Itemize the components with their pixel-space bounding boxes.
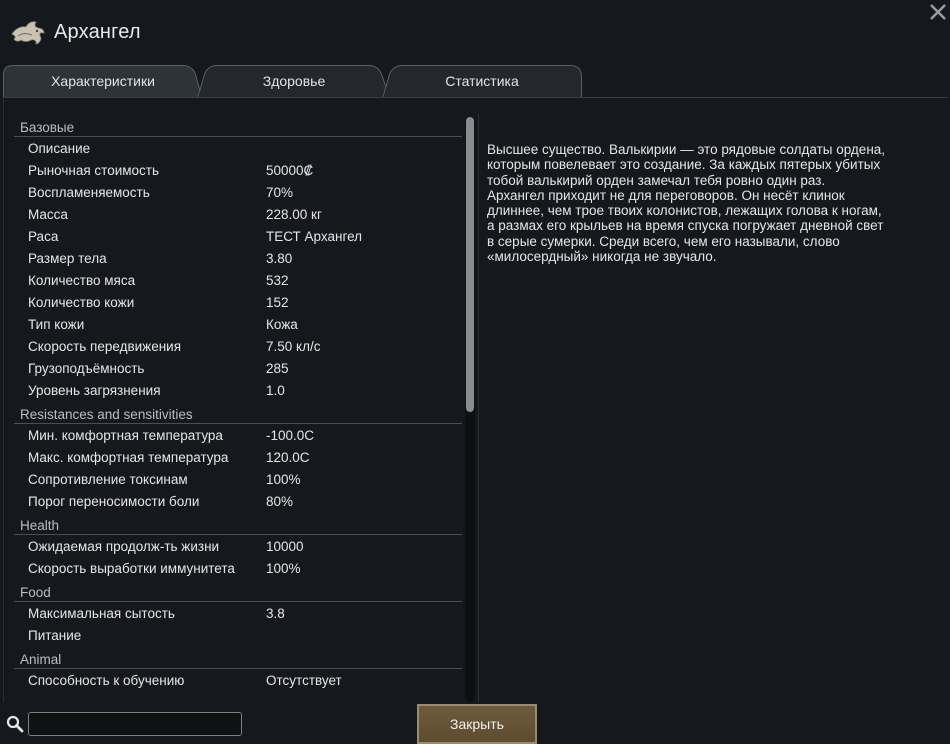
description-line: Высшее существо. Валькирии — это рядовые…: [487, 142, 886, 157]
stat-row[interactable]: Порог переносимости боли 80%: [14, 490, 462, 512]
stat-label: Раса: [28, 228, 59, 244]
stat-label: Рыночная стоимость: [28, 162, 160, 178]
stat-label: Уровень загрязнения: [28, 382, 161, 398]
stat-label: Питание: [28, 627, 82, 643]
close-icon[interactable]: [928, 2, 948, 22]
stat-row[interactable]: Масса 228.00 кг: [14, 203, 462, 225]
stat-label: Способность к обучению: [28, 672, 185, 688]
tab-health-label: Здоровье: [262, 73, 326, 89]
stat-row[interactable]: Воспламеняемость 70%: [14, 181, 462, 203]
tab-statistics-label: Статистика: [445, 73, 519, 89]
stat-row[interactable]: Количество мяса 532: [14, 269, 462, 291]
stats-window: Архангел Характеристики Здоровье Статист…: [0, 0, 950, 744]
stat-row[interactable]: Макс. комфортная температура 120.0C: [14, 446, 462, 468]
description-line: а размах его крыльев на время спуска пог…: [487, 218, 884, 234]
search-icon: [6, 715, 24, 733]
tab-characteristics-label: Характеристики: [51, 73, 155, 89]
stat-row[interactable]: Описание: [14, 137, 462, 159]
stat-row[interactable]: Уровень загрязнения 1.0: [14, 379, 462, 401]
stat-value: 100%: [266, 471, 301, 487]
stat-value: 100%: [266, 560, 301, 576]
tab-characteristics[interactable]: Характеристики: [3, 65, 203, 98]
description-line: в серые сумерки. Среди всего, чем его на…: [487, 233, 840, 249]
stat-value: 228.00 кг: [266, 206, 322, 222]
stat-row[interactable]: Раса ТЕСТ Архангел: [14, 225, 462, 247]
stat-value: Отсутствует: [266, 672, 342, 688]
tab-health[interactable]: Здоровье: [197, 65, 391, 98]
tab-statistics[interactable]: Статистика: [382, 65, 582, 98]
stat-label: Мин. комфортная температура: [28, 427, 223, 443]
stat-row[interactable]: Грузоподъёмность 285: [14, 357, 462, 379]
category-header: Food: [14, 579, 462, 602]
stat-row[interactable]: Скорость передвижения 7.50 кл/с: [14, 335, 462, 357]
stat-label: Скорость передвижения: [28, 338, 182, 354]
search-input[interactable]: [28, 712, 242, 736]
close-button[interactable]: Закрыть: [417, 704, 537, 744]
stat-row[interactable]: Способность к обучению Отсутствует: [14, 669, 462, 691]
stat-value: 50000₡: [266, 162, 314, 178]
category-header: Animal: [14, 646, 462, 669]
tab-bar: Характеристики Здоровье Статистика: [3, 65, 593, 98]
stat-label: Количество кожи: [28, 294, 135, 310]
stat-label: Тип кожи: [28, 316, 85, 332]
description-line: тобой валькирий орден замечал тебя ровно…: [487, 172, 826, 188]
stat-row[interactable]: Скорость выработки иммунитета 100%: [14, 557, 462, 579]
stat-row[interactable]: Тип кожи Кожа: [14, 313, 462, 335]
stat-value: 3.80: [266, 250, 293, 266]
description-line: Архангел приходит не для переговоров. Он…: [487, 187, 845, 203]
stat-value: 7.50 кл/с: [266, 338, 321, 354]
stat-label: Сопротивление токсинам: [28, 471, 188, 487]
stat-row[interactable]: Мин. комфортная температура -100.0C: [14, 424, 462, 446]
stat-value: 10000: [266, 538, 304, 554]
stat-label: Масса: [28, 206, 68, 222]
category-header: Health: [14, 512, 462, 535]
stat-row[interactable]: Ожидаемая продолж-ть жизни 10000: [14, 535, 462, 557]
description-text: Высшее существо. Валькирии — это рядовые…: [487, 142, 922, 264]
stat-label: Макс. комфортная температура: [28, 449, 229, 465]
stat-value: -100.0C: [266, 427, 315, 443]
stat-label: Описание: [28, 140, 91, 156]
stat-label: Порог переносимости боли: [28, 493, 200, 509]
creature-icon: [11, 21, 45, 45]
description-line: длиннее, чем трое твоих колонистов, лежа…: [487, 203, 882, 219]
stat-row[interactable]: Размер тела 3.80: [14, 247, 462, 269]
stat-value: 70%: [266, 184, 294, 200]
stat-label: Воспламеняемость: [28, 184, 150, 200]
stat-value: 120.0C: [266, 449, 310, 465]
stat-row[interactable]: Количество кожи 152: [14, 291, 462, 313]
stat-row[interactable]: Максимальная сытость 3.8: [14, 602, 462, 624]
stat-row[interactable]: Рыночная стоимость 50000₡: [14, 159, 462, 181]
stat-value: 532: [266, 272, 289, 288]
page-title: Архангел: [54, 21, 141, 43]
stat-label: Размер тела: [28, 250, 107, 266]
stat-value: 285: [266, 360, 289, 376]
stat-row[interactable]: Питание: [14, 624, 462, 646]
stat-value: ТЕСТ Архангел: [266, 228, 363, 244]
description-line: которым повелевает это создание. За кажд…: [487, 157, 881, 173]
stat-label: Грузоподъёмность: [28, 360, 145, 376]
category-header: Resistances and sensitivities: [14, 401, 462, 424]
stat-value: 152: [266, 294, 289, 310]
description-line: «милосердный» никогда не звучало.: [487, 249, 717, 265]
stat-row[interactable]: Сопротивление токсинам 100%: [14, 468, 462, 490]
stat-value: 80%: [266, 493, 294, 509]
stat-label: Максимальная сытость: [28, 605, 175, 621]
stats-scroll-thumb[interactable]: [466, 117, 474, 412]
stat-label: Количество мяса: [28, 272, 136, 288]
stat-value: 1.0: [266, 382, 285, 398]
stat-value: 3.8: [266, 605, 285, 621]
stat-label: Скорость выработки иммунитета: [28, 560, 235, 576]
stat-label: Ожидаемая продолж-ть жизни: [28, 538, 220, 554]
stats-list: Базовые Описание Рыночная стоимость 50000…: [14, 114, 462, 702]
category-header: Базовые: [14, 114, 462, 137]
column-divider: [478, 114, 479, 702]
stat-value: Кожа: [266, 316, 298, 332]
